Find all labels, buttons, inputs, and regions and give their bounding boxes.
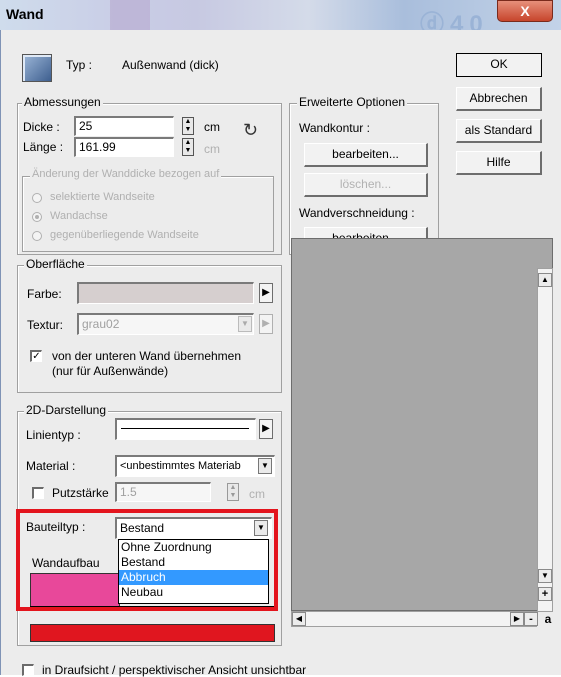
- ok-button[interactable]: OK: [456, 53, 542, 77]
- thickness-unit: cm: [204, 120, 220, 134]
- linetype-preview-line: [121, 428, 249, 429]
- plaster-spinner[interactable]: ▲ ▼: [227, 483, 239, 501]
- linetype-field[interactable]: [115, 418, 256, 440]
- length-label: Länge :: [23, 140, 64, 154]
- view-toggle-a-icon[interactable]: a: [541, 612, 555, 626]
- titlebar-decoration: [110, 0, 150, 30]
- contour-label: Wandkontur :: [299, 121, 370, 135]
- length-unit: cm: [204, 142, 220, 156]
- scroll-right-arrow-icon[interactable]: ▶: [510, 612, 524, 626]
- thickness-input[interactable]: 25: [74, 116, 174, 136]
- texture-right-arrow-icon[interactable]: ▶: [259, 314, 273, 334]
- preview-area: [291, 238, 553, 611]
- inherit-checkbox[interactable]: ✓: [30, 350, 42, 362]
- contour-delete-button[interactable]: löschen...: [304, 173, 428, 197]
- dimensions-title: Abmessungen: [22, 95, 103, 109]
- layer-red-swatch[interactable]: [30, 624, 275, 642]
- zoom-out-icon[interactable]: -: [524, 612, 538, 626]
- title-bar: ⓓ40 Wand X: [0, 0, 561, 38]
- close-button[interactable]: X: [497, 0, 553, 22]
- inherit-label-1: von der unteren Wand übernehmen: [52, 349, 242, 363]
- material-dropdown-arrow-icon[interactable]: ▼: [258, 458, 272, 474]
- color-label: Farbe:: [27, 287, 62, 301]
- zoom-in-icon[interactable]: +: [538, 587, 552, 601]
- cancel-button[interactable]: Abbrechen: [456, 87, 542, 111]
- plaster-checkbox[interactable]: [32, 487, 44, 499]
- radio-selected-side-label: selektierte Wandseite: [50, 191, 155, 203]
- as-default-button[interactable]: als Standard: [456, 119, 542, 143]
- plaster-label: Putzstärke: [52, 486, 109, 500]
- radio-opposite-side-label: gegenüberliegende Wandseite: [50, 229, 199, 241]
- wall-type-icon[interactable]: [22, 54, 52, 82]
- type-label: Typ :: [66, 58, 93, 72]
- intersection-label: Wandverschneidung :: [299, 206, 415, 220]
- radio-wall-axis-label: Wandachse: [50, 210, 108, 222]
- type-value: Außenwand (dick): [122, 58, 219, 72]
- swap-arrow-icon[interactable]: ↻: [243, 120, 267, 144]
- change-reference-title: Änderung der Wanddicke bezogen auf: [30, 168, 222, 180]
- highlight-frame: [16, 509, 278, 611]
- texture-label: Textur:: [27, 318, 64, 332]
- inherit-label-2: (nur für Außenwände): [52, 364, 169, 378]
- thickness-label: Dicke :: [23, 120, 60, 134]
- horizontal-scrollbar[interactable]: ◀ ▶ -: [291, 611, 538, 627]
- vertical-scrollbar[interactable]: ▲ ▼ +: [537, 268, 553, 612]
- help-button[interactable]: Hilfe: [456, 151, 542, 175]
- material-label: Material :: [26, 459, 76, 473]
- plaster-input[interactable]: 1.5: [115, 482, 211, 502]
- texture-input[interactable]: grau02: [77, 313, 254, 335]
- radio-opposite-side[interactable]: [32, 231, 42, 241]
- thickness-spinner[interactable]: ▲ ▼: [182, 117, 194, 135]
- texture-dropdown-arrow-icon[interactable]: ▼: [238, 316, 252, 332]
- extended-options-title: Erweiterte Optionen: [297, 95, 408, 109]
- contour-edit-button[interactable]: bearbeiten...: [304, 143, 428, 167]
- length-input[interactable]: 161.99: [74, 137, 174, 157]
- scroll-left-arrow-icon[interactable]: ◀: [292, 612, 306, 626]
- linetype-label: Linientyp :: [26, 428, 81, 442]
- invisible-checkbox[interactable]: [22, 664, 34, 676]
- length-spinner[interactable]: ▲ ▼: [182, 138, 194, 156]
- color-swatch[interactable]: [77, 282, 254, 304]
- window-title: Wand: [6, 6, 44, 22]
- display-2d-title: 2D-Darstellung: [24, 403, 109, 417]
- surface-title: Oberfläche: [24, 257, 87, 271]
- radio-wall-axis[interactable]: [32, 212, 42, 222]
- color-right-arrow-icon[interactable]: ▶: [259, 283, 273, 303]
- linetype-right-arrow-icon[interactable]: ▶: [259, 419, 273, 439]
- plaster-unit: cm: [249, 487, 265, 501]
- radio-selected-side[interactable]: [32, 193, 42, 203]
- scroll-down-arrow-icon[interactable]: ▼: [538, 569, 552, 583]
- scroll-up-arrow-icon[interactable]: ▲: [538, 273, 552, 287]
- material-select[interactable]: <unbestimmtes Materiab: [115, 455, 275, 477]
